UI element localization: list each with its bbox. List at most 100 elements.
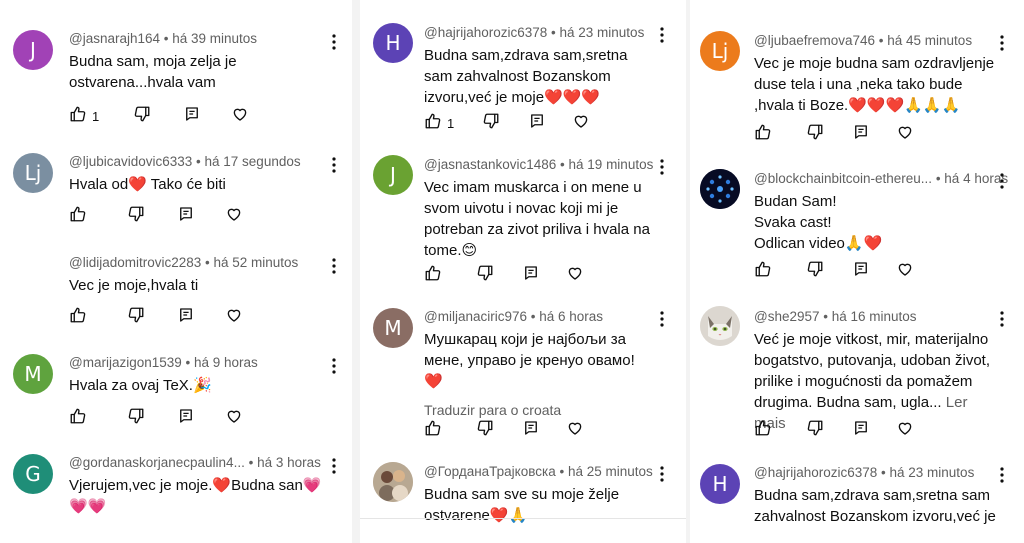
like-button[interactable] xyxy=(69,204,87,228)
more-options-icon[interactable] xyxy=(324,32,344,52)
avatar[interactable]: J xyxy=(373,155,413,195)
like-button[interactable]: 1 xyxy=(424,111,454,135)
more-options-icon[interactable] xyxy=(324,456,344,476)
author-handle[interactable]: @ljubaefremova746 xyxy=(754,33,875,48)
reply-button[interactable] xyxy=(522,418,540,442)
dislike-button[interactable] xyxy=(127,305,145,329)
reply-button[interactable] xyxy=(852,122,870,146)
timestamp[interactable]: há 17 segundos xyxy=(205,154,301,169)
thumbs-down-icon xyxy=(476,264,494,287)
heart-button[interactable] xyxy=(566,263,584,287)
timestamp[interactable]: há 19 minutos xyxy=(569,157,654,172)
dislike-button[interactable] xyxy=(127,406,145,430)
dislike-button[interactable] xyxy=(806,122,824,146)
more-options-icon[interactable] xyxy=(324,356,344,376)
author-handle[interactable]: @jasnarajh164 xyxy=(69,31,160,46)
heart-button[interactable] xyxy=(896,122,914,146)
dislike-button[interactable] xyxy=(127,204,145,228)
timestamp[interactable]: há 52 minutos xyxy=(214,255,299,270)
heart-button[interactable] xyxy=(225,305,243,329)
like-button[interactable] xyxy=(754,259,772,283)
heart-button[interactable] xyxy=(896,259,914,283)
timestamp[interactable]: há 25 minutos xyxy=(568,464,653,479)
timestamp[interactable]: há 45 minutos xyxy=(887,33,972,48)
comment-text: Vec je moje budna sam ozdravljenje duse … xyxy=(754,55,995,114)
more-options-icon[interactable] xyxy=(992,465,1012,485)
heart-button[interactable] xyxy=(225,204,243,228)
avatar[interactable]: G xyxy=(13,454,53,494)
avatar[interactable]: H xyxy=(373,23,413,63)
reply-button[interactable] xyxy=(177,406,195,430)
avatar[interactable]: M xyxy=(373,308,413,348)
like-button[interactable] xyxy=(754,418,772,442)
timestamp[interactable]: há 16 minutos xyxy=(832,309,917,324)
like-button[interactable] xyxy=(69,305,87,329)
more-options-icon[interactable] xyxy=(652,464,672,484)
reply-button[interactable] xyxy=(177,305,195,329)
like-button[interactable]: 1 xyxy=(69,104,99,128)
reply-icon xyxy=(522,419,540,442)
timestamp[interactable]: há 23 minutos xyxy=(560,25,645,40)
like-button[interactable] xyxy=(69,406,87,430)
avatar[interactable]: H xyxy=(700,464,740,504)
heart-button[interactable] xyxy=(225,406,243,430)
dislike-button[interactable] xyxy=(482,111,500,135)
author-handle[interactable]: @hajrijahorozic6378 xyxy=(424,25,547,40)
comment-meta: @hajrijahorozic6378 • há 23 minutos xyxy=(424,25,645,40)
dislike-button[interactable] xyxy=(133,104,151,128)
like-button[interactable] xyxy=(424,418,442,442)
reply-button[interactable] xyxy=(852,259,870,283)
more-options-icon[interactable] xyxy=(992,33,1012,53)
reply-button[interactable] xyxy=(177,204,195,228)
comment-text: Vjerujem,vec je moje.❤️Budna san💗 💗💗 xyxy=(69,477,322,515)
heart-button[interactable] xyxy=(896,418,914,442)
avatar-initial: M xyxy=(384,316,402,340)
more-options-icon[interactable] xyxy=(324,155,344,175)
translate-link[interactable]: Traduzir para o croata xyxy=(424,402,652,418)
cat-avatar-icon xyxy=(700,306,740,346)
avatar[interactable]: J xyxy=(13,30,53,70)
timestamp[interactable]: há 9 horas xyxy=(194,355,258,370)
dislike-button[interactable] xyxy=(806,259,824,283)
author-handle[interactable]: @marijazigon1539 xyxy=(69,355,182,370)
author-handle[interactable]: @gordanaskorjanecpaulin4... xyxy=(69,455,245,470)
reply-button[interactable] xyxy=(528,111,546,135)
dislike-button[interactable] xyxy=(806,418,824,442)
avatar[interactable]: M xyxy=(13,354,53,394)
reply-button[interactable] xyxy=(522,263,540,287)
timestamp[interactable]: há 23 minutos xyxy=(890,465,975,480)
author-handle[interactable]: @ljubicavidovic6333 xyxy=(69,154,192,169)
like-button[interactable] xyxy=(424,263,442,287)
dislike-button[interactable] xyxy=(476,418,494,442)
dislike-button[interactable] xyxy=(476,263,494,287)
author-handle[interactable]: @miljanaciric976 xyxy=(424,309,527,324)
timestamp[interactable]: há 3 horas xyxy=(257,455,321,470)
author-handle[interactable]: @ГорданаТрајковска xyxy=(424,464,556,479)
reply-icon xyxy=(183,105,201,128)
avatar[interactable]: Lj xyxy=(13,153,53,193)
profile-photo-icon xyxy=(373,462,413,502)
author-handle[interactable]: @lidijadomitrovic2283 xyxy=(69,255,201,270)
avatar[interactable] xyxy=(700,306,740,346)
like-button[interactable] xyxy=(754,122,772,146)
more-options-icon[interactable] xyxy=(652,25,672,45)
reply-button[interactable] xyxy=(852,418,870,442)
timestamp[interactable]: há 39 minutos xyxy=(172,31,257,46)
author-handle[interactable]: @jasnastankovic1486 xyxy=(424,157,556,172)
heart-button[interactable] xyxy=(566,418,584,442)
more-options-icon[interactable] xyxy=(992,171,1012,191)
more-options-icon[interactable] xyxy=(652,157,672,177)
avatar[interactable] xyxy=(700,169,740,209)
author-handle[interactable]: @blockchainbitcoin-ethereu... xyxy=(754,171,932,186)
heart-button[interactable] xyxy=(231,104,249,128)
more-options-icon[interactable] xyxy=(324,256,344,276)
avatar[interactable] xyxy=(373,462,413,502)
reply-button[interactable] xyxy=(183,104,201,128)
heart-button[interactable] xyxy=(572,111,590,135)
timestamp[interactable]: há 6 horas xyxy=(539,309,603,324)
more-options-icon[interactable] xyxy=(992,309,1012,329)
more-options-icon[interactable] xyxy=(652,309,672,329)
avatar[interactable]: Lj xyxy=(700,31,740,71)
author-handle[interactable]: @she2957 xyxy=(754,309,820,324)
author-handle[interactable]: @hajrijahorozic6378 xyxy=(754,465,877,480)
